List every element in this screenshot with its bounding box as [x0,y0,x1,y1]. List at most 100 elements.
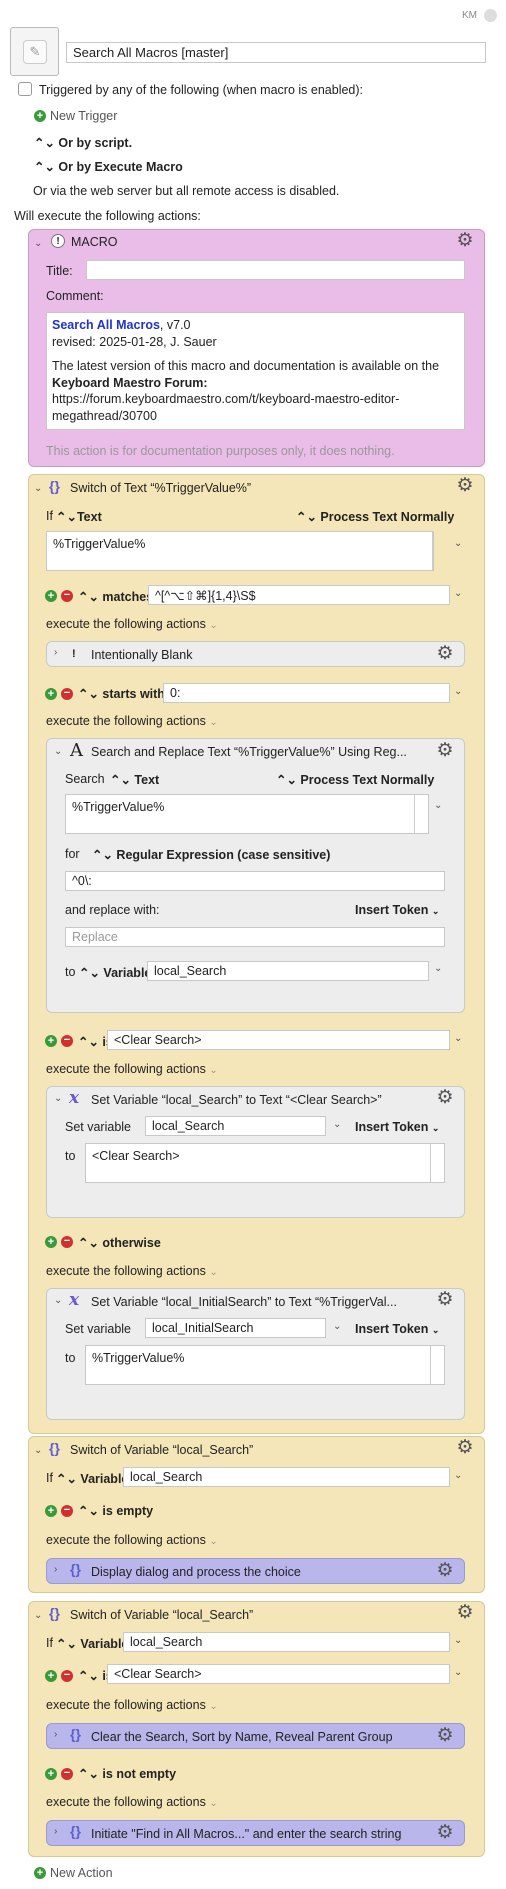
switch3-variable-chevron-icon[interactable]: ⌄ [454,1635,462,1646]
switch1-text-field[interactable]: %TriggerValue% [46,531,434,571]
add-case-icon[interactable]: + [45,1236,57,1248]
web-server-text: Or via the web server but all remote acc… [33,184,340,198]
case2-value-field[interactable]: 0: [163,683,450,703]
gear-icon[interactable]: ⚙ [435,1290,455,1310]
remove-case-icon[interactable]: − [61,1768,73,1780]
expand-chevron-icon[interactable]: › [54,1729,57,1740]
add-case-icon[interactable]: + [45,1035,57,1047]
sr-text-field[interactable]: %TriggerValue% [65,794,429,834]
sv2-variable-field[interactable]: local_InitialSearch [145,1318,326,1338]
switch2-variable-chevron-icon[interactable]: ⌄ [454,1470,462,1481]
new-action-plus-icon[interactable]: + [34,1867,46,1879]
comment-url-1[interactable]: https://forum.keyboardmaestro.com/t/keyb… [52,391,459,408]
collapse-chevron-icon[interactable]: ⌄ [54,746,62,757]
sv1-variable-field[interactable]: local_Search [145,1116,326,1136]
case1-chevron-icon[interactable]: ⌄ [454,588,462,599]
sr-source-select[interactable]: ⌃⌄ Text [110,772,159,787]
expand-chevron-icon[interactable]: › [54,1826,57,1837]
to-kind-select[interactable]: ⌃⌄ Variable [79,965,151,980]
switch2-case-operator-select[interactable]: ⌃⌄ is empty [78,1503,153,1518]
source-select[interactable]: ⌃⌄Text [56,509,102,524]
group-icon: {} [70,1561,81,1577]
collapse-chevron-icon[interactable]: ⌄ [54,1093,62,1104]
source-select[interactable]: ⌃⌄ Variable [56,1636,128,1651]
add-case-icon[interactable]: + [45,688,57,700]
gear-icon[interactable]: ⚙ [455,231,475,251]
remove-case-icon[interactable]: − [61,1035,73,1047]
if-label: If [46,1471,53,1485]
collapse-chevron-icon[interactable]: ⌄ [34,238,42,249]
insert-token-menu[interactable]: Insert Token ⌄ [355,903,439,917]
switch3-case2-operator-select[interactable]: ⌃⌄ is not empty [78,1766,176,1781]
comment-url-2[interactable]: megathread/30700 [52,408,459,425]
remove-case-icon[interactable]: − [61,688,73,700]
remove-case-icon[interactable]: − [61,590,73,602]
gear-icon[interactable]: ⚙ [435,1823,455,1843]
gear-icon[interactable]: ⚙ [435,1561,455,1581]
add-case-icon[interactable]: + [45,1768,57,1780]
case2-operator-select[interactable]: ⌃⌄ starts with [78,686,165,701]
new-trigger-link[interactable]: New Trigger [50,109,117,123]
sv2-variable-chevron-icon[interactable]: ⌄ [333,1321,341,1332]
gear-icon[interactable]: ⚙ [435,1088,455,1108]
comment-textarea[interactable]: Search All Macros, v7.0 revised: 2025-01… [46,312,465,430]
triggered-label: Triggered by any of the following (when … [39,83,364,97]
case3-value-field[interactable]: <Clear Search> [107,1030,450,1050]
macro-name-field[interactable]: Search All Macros [master] [66,42,486,63]
to-variable-field[interactable]: local_Search [147,961,429,981]
case1-value-field[interactable]: ^[^⌥⇧⌘]{1,4}\S$ [148,585,450,605]
gear-icon[interactable]: ⚙ [455,1438,475,1458]
process-select[interactable]: ⌃⌄ Process Text Normally [296,509,454,524]
new-trigger-plus-icon[interactable]: + [34,110,46,122]
case1-operator-select[interactable]: ⌃⌄ matches [78,589,153,604]
macro-icon-well[interactable]: ✎ [10,27,59,76]
gear-icon[interactable]: ⚙ [435,741,455,761]
add-case-icon[interactable]: + [45,1505,57,1517]
insert-token-menu[interactable]: Insert Token ⌄ [355,1322,439,1336]
sv1-value-field[interactable]: <Clear Search> [85,1143,445,1183]
text-menu-chevron-icon[interactable]: ⌄ [454,538,462,549]
switch3-case1-chevron-icon[interactable]: ⌄ [454,1667,462,1678]
gear-icon[interactable]: ⚙ [455,476,475,496]
gear-icon[interactable]: ⚙ [455,1603,475,1623]
remove-case-icon[interactable]: − [61,1236,73,1248]
gear-icon[interactable]: ⚙ [435,644,455,664]
replace-field[interactable]: Replace [65,927,445,947]
add-case-icon[interactable]: + [45,1670,57,1682]
set-variable-icon: x [69,1088,80,1108]
case4-operator-select[interactable]: ⌃⌄ otherwise [78,1235,161,1250]
remove-case-icon[interactable]: − [61,1670,73,1682]
insert-token-menu[interactable]: Insert Token ⌄ [355,1120,439,1134]
switch2-title: Switch of Variable “local_Search” [70,1443,254,1457]
collapse-chevron-icon[interactable]: ⌄ [54,1295,62,1306]
add-case-icon[interactable]: + [45,590,57,602]
collapse-chevron-icon[interactable]: ⌄ [34,1610,42,1621]
expand-chevron-icon[interactable]: › [54,1564,57,1575]
regex-mode-select[interactable]: ⌃⌄ Regular Expression (case sensitive) [92,847,330,862]
switch2-variable-field[interactable]: local_Search [123,1467,450,1487]
remove-case-icon[interactable]: − [61,1505,73,1517]
km-badge: KM [462,10,477,21]
new-action-link[interactable]: New Action [50,1866,113,1880]
sr-text-chevron-icon[interactable]: ⌄ [434,800,442,811]
switch3-case1-value-field[interactable]: <Clear Search> [107,1664,450,1684]
pattern-field[interactable]: ^0\: [65,871,445,891]
case2-chevron-icon[interactable]: ⌄ [454,686,462,697]
group-icon: {} [70,1726,81,1742]
triggered-checkbox[interactable] [18,82,32,96]
sv2-value-field[interactable]: %TriggerValue% [85,1345,445,1385]
case3-chevron-icon[interactable]: ⌄ [454,1033,462,1044]
collapse-chevron-icon[interactable]: ⌄ [34,1445,42,1456]
gear-icon[interactable]: ⚙ [435,1726,455,1746]
collapse-chevron-icon[interactable]: ⌄ [34,483,42,494]
to-variable-chevron-icon[interactable]: ⌄ [434,963,442,974]
sr-process-select[interactable]: ⌃⌄ Process Text Normally [276,772,434,787]
or-by-script-disclosure[interactable]: ⌃⌄ Or by script. [34,135,132,150]
title-field[interactable] [86,260,465,280]
or-by-execute-disclosure[interactable]: ⌃⌄ Or by Execute Macro [34,159,183,174]
status-dot-icon [484,9,497,22]
source-select[interactable]: ⌃⌄ Variable [56,1471,128,1486]
switch3-variable-field[interactable]: local_Search [123,1632,450,1652]
expand-chevron-icon[interactable]: › [54,647,57,658]
sv1-variable-chevron-icon[interactable]: ⌄ [333,1119,341,1130]
